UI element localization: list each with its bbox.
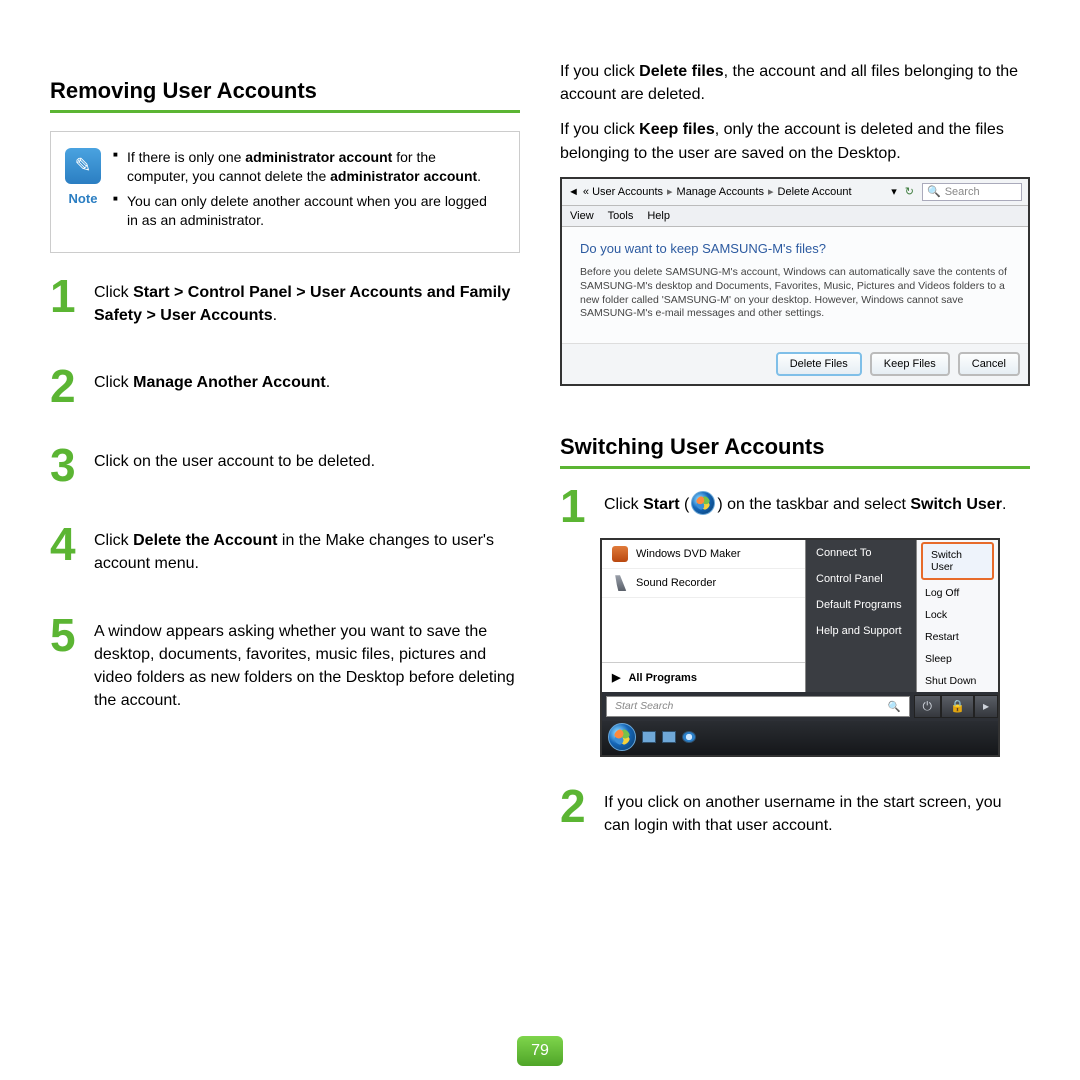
step-1: 1 Click Start > Control Panel > User Acc… — [50, 277, 520, 327]
step-number: 4 — [50, 525, 80, 575]
dialog-description: Before you delete SAMSUNG-M's account, W… — [580, 266, 1010, 321]
step-5: 5 A window appears asking whether you wa… — [50, 616, 520, 713]
ie-icon[interactable] — [682, 731, 696, 743]
heading-switching: Switching User Accounts — [560, 434, 1030, 469]
delete-account-dialog: ◄ « User AccountsManage AccountsDelete A… — [560, 177, 1030, 386]
switch-step-2: 2 If you click on another username in th… — [560, 787, 1030, 837]
switch-step-1: 1 Click Start () on the taskbar and sele… — [560, 487, 1030, 526]
menu-view[interactable]: View — [570, 209, 594, 223]
taskbar-icon[interactable] — [642, 731, 656, 743]
note-box: ✎ Note If there is only one administrato… — [50, 131, 520, 253]
step-number: 3 — [50, 446, 80, 485]
start-orb-icon[interactable] — [608, 723, 636, 751]
search-icon: 🔍 — [887, 700, 900, 713]
search-input[interactable]: 🔍 Search — [922, 183, 1022, 201]
note-pencil-icon: ✎ — [65, 148, 101, 184]
start-orb-icon — [691, 491, 715, 515]
start-menu-item[interactable]: Sound Recorder — [602, 569, 805, 598]
power-button[interactable]: ⏻ — [914, 695, 942, 718]
breadcrumb[interactable]: « User AccountsManage AccountsDelete Acc… — [583, 185, 887, 199]
step-number: 2 — [560, 787, 590, 837]
delete-files-button[interactable]: Delete Files — [776, 352, 862, 376]
power-menu-item[interactable]: Restart — [917, 626, 998, 648]
step-number: 5 — [50, 616, 80, 713]
power-menu-item[interactable]: Sleep — [917, 648, 998, 670]
menu-help[interactable]: Help — [647, 209, 670, 223]
power-menu-item[interactable]: Log Off — [917, 582, 998, 604]
start-right-item[interactable]: Control Panel — [806, 566, 916, 592]
search-icon: 🔍 — [927, 185, 941, 199]
step-number: 1 — [50, 277, 80, 327]
chevron-right-icon: ▶ — [612, 671, 620, 684]
note-label: Note — [69, 190, 98, 208]
start-menu-item[interactable]: Windows DVD Maker — [602, 540, 805, 569]
para-delete-files: If you click Delete files, the account a… — [560, 60, 1030, 106]
sound-recorder-icon — [612, 575, 628, 591]
step-3: 3 Click on the user account to be delete… — [50, 446, 520, 485]
power-menu-chevron-icon[interactable]: ▸ — [974, 695, 998, 718]
page-number: 79 — [517, 1036, 563, 1066]
start-right-item[interactable]: Connect To — [806, 540, 916, 566]
step-4: 4 Click Delete the Account in the Make c… — [50, 525, 520, 575]
dvd-maker-icon — [612, 546, 628, 562]
all-programs[interactable]: ▶ All Programs — [602, 662, 805, 692]
note-item: If there is only one administrator accou… — [113, 148, 501, 186]
note-list: If there is only one administrator accou… — [113, 148, 501, 236]
refresh-icon[interactable]: ↻ — [905, 185, 914, 199]
note-item: You can only delete another account when… — [113, 192, 501, 230]
menu-bar[interactable]: View Tools Help — [562, 206, 1028, 227]
back-icon[interactable]: ◄ — [568, 185, 579, 199]
step-number: 2 — [50, 367, 80, 406]
taskbar-icon[interactable] — [662, 731, 676, 743]
dialog-question: Do you want to keep SAMSUNG-M's files? — [580, 241, 1010, 258]
power-menu-item[interactable]: Lock — [917, 604, 998, 626]
para-keep-files: If you click Keep files, only the accoun… — [560, 118, 1030, 164]
menu-tools[interactable]: Tools — [608, 209, 634, 223]
power-menu-item[interactable]: Shut Down — [917, 670, 998, 692]
step-number: 1 — [560, 487, 590, 526]
switch-user-item[interactable]: Switch User — [921, 542, 994, 580]
taskbar[interactable] — [602, 721, 998, 755]
start-right-item[interactable]: Default Programs — [806, 592, 916, 618]
lock-button[interactable]: 🔒 — [941, 695, 974, 718]
keep-files-button[interactable]: Keep Files — [870, 352, 950, 376]
start-right-item[interactable]: Help and Support — [806, 618, 916, 644]
address-bar[interactable]: ◄ « User AccountsManage AccountsDelete A… — [562, 179, 1028, 206]
heading-removing: Removing User Accounts — [50, 78, 520, 113]
start-menu-screenshot: Windows DVD Maker Sound Recorder ▶ All P… — [600, 538, 1000, 757]
cancel-button[interactable]: Cancel — [958, 352, 1020, 376]
step-2: 2 Click Manage Another Account. — [50, 367, 520, 406]
start-search-input[interactable]: Start Search 🔍 — [606, 696, 910, 717]
